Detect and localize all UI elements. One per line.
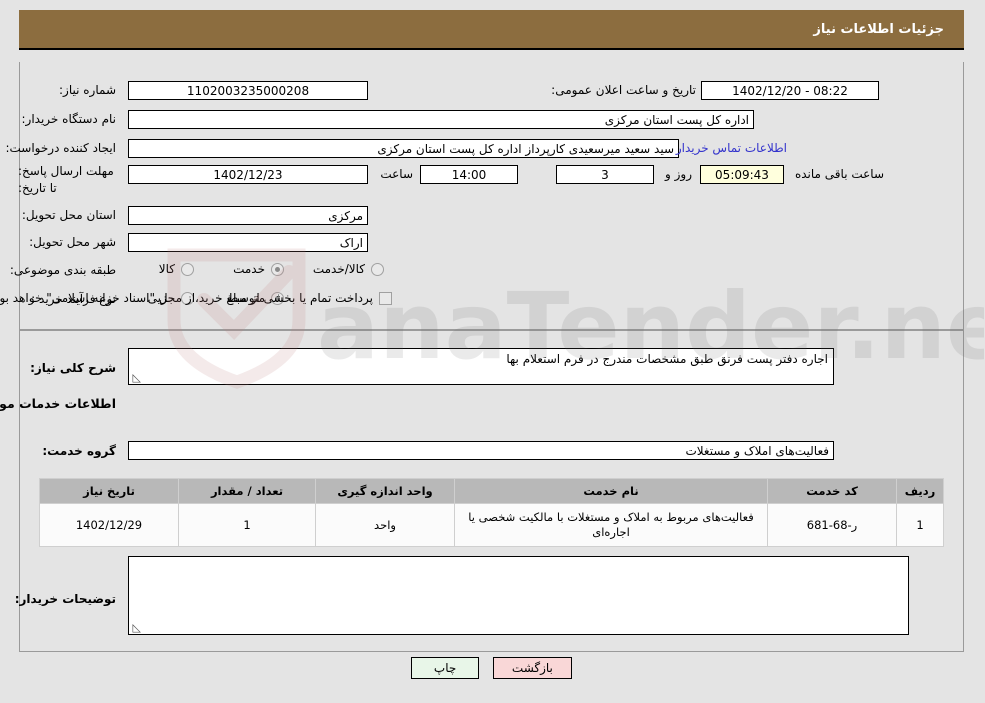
services-heading: اطلاعات خدمات مورد نیاز — [0, 396, 117, 411]
cell-date: 1402/12/29 — [40, 503, 180, 547]
need-summary-textarea[interactable]: اجاره دفتر پست فرنق طبق مشخصات مندرج در … — [129, 348, 835, 385]
services-table: ردیف کد خدمت نام خدمت واحد اندازه گیری ت… — [40, 478, 945, 547]
cell-unit: واحد — [316, 503, 456, 547]
panel-right-rule — [964, 62, 965, 329]
resize-grip-icon[interactable]: ◺ — [132, 372, 142, 383]
treasury-docs-checkbox-label: پرداخت تمام یا بخشی از مبلغ خرید،از محل … — [0, 291, 374, 305]
city-label-wrap: شهر محل تحویل: — [30, 235, 117, 249]
radio-kala-khedmat-icon[interactable] — [372, 262, 385, 276]
buyer-notes-label: توضیحات خریدار: — [15, 592, 117, 606]
creator-label-wrap: ایجاد کننده درخواست: — [6, 141, 117, 155]
buyer-org-value: اداره کل پست استان مرکزی — [129, 110, 755, 129]
deadline-time-label: ساعت — [381, 167, 414, 181]
service-group-label: گروه خدمت: — [43, 444, 117, 458]
city-value: اراک — [129, 233, 369, 252]
category-option-khedmat[interactable]: خدمت — [234, 262, 285, 276]
creator-value: سید سعید میرسعیدی کارپرداز اداره کل پست … — [129, 139, 680, 158]
page-title: جزئیات اطلاعات نیاز — [814, 21, 945, 37]
cell-code: ر-68-681 — [768, 503, 898, 547]
radio-kala-icon[interactable] — [182, 262, 195, 276]
col-name: نام خدمت — [455, 478, 769, 504]
treasury-docs-checkbox-icon[interactable] — [380, 291, 393, 305]
province-label-wrap: استان محل تحویل: — [23, 208, 117, 222]
deadline-timer-value: 05:09:43 — [701, 165, 785, 184]
deadline-label-wrap: مهلت ارسال پاسخ: تا تاریخ: — [19, 163, 117, 197]
province-value: مرکزی — [129, 206, 369, 225]
deadline-label: مهلت ارسال پاسخ: تا تاریخ: — [19, 164, 115, 195]
back-button[interactable]: بازگشت — [493, 657, 573, 679]
public-announce-value: 08:22 - 1402/12/20 — [702, 81, 880, 100]
buyer-org-label-wrap: نام دستگاه خریدار: — [23, 112, 118, 126]
category-option-khedmat-label: خدمت — [234, 262, 266, 276]
action-buttons: بازگشت چاپ — [0, 657, 985, 679]
deadline-date-value: 1402/12/23 — [129, 165, 369, 184]
col-code: کد خدمت — [768, 478, 898, 504]
deadline-timer-label: ساعت باقی مانده — [795, 167, 885, 181]
category-option-kala-label: کالا — [159, 262, 176, 276]
need-number-value: 1102003235000208 — [129, 81, 369, 100]
need-number-label-wrap: شماره نیاز: — [60, 83, 117, 97]
col-unit: واحد اندازه گیری — [316, 478, 456, 504]
cell-qty: 1 — [179, 503, 317, 547]
cell-name: فعالیت‌های مربوط به املاک و مستغلات با م… — [455, 503, 769, 547]
service-group-value: فعالیت‌های املاک و مستغلات — [129, 441, 835, 460]
print-button[interactable]: چاپ — [412, 657, 481, 679]
services-panel-right-rule — [964, 331, 965, 651]
category-label: طبقه بندی موضوعی: — [10, 263, 117, 277]
buyer-notes-textarea[interactable]: ◺ — [129, 556, 910, 635]
deadline-time-value: 14:00 — [421, 165, 519, 184]
resize-grip-icon[interactable]: ◺ — [132, 622, 142, 633]
buyer-contact-link[interactable]: اطلاعات تماس خریدار — [677, 141, 788, 155]
category-option-kala-khedmat[interactable]: کالا/خدمت — [314, 262, 385, 276]
table-row: 1 ر-68-681 فعالیت‌های مربوط به املاک و م… — [40, 503, 945, 547]
buyer-org-label: نام دستگاه خریدار: — [22, 112, 118, 126]
col-date: تاریخ نیاز — [40, 478, 180, 504]
creator-label: ایجاد کننده درخواست: — [6, 141, 117, 155]
category-option-kala[interactable]: کالا — [160, 262, 195, 276]
table-header-row: ردیف کد خدمت نام خدمت واحد اندازه گیری ت… — [40, 478, 945, 504]
public-announce-label-wrap: تاریخ و ساعت اعلان عمومی: — [552, 83, 697, 97]
need-summary-label: شرح کلی نیاز: — [31, 361, 117, 375]
treasury-docs-checkbox-wrap[interactable]: پرداخت تمام یا بخشی از مبلغ خرید،از محل … — [0, 291, 393, 305]
col-qty: تعداد / مقدار — [179, 478, 317, 504]
need-summary-value: اجاره دفتر پست فرنق طبق مشخصات مندرج در … — [507, 352, 829, 366]
deadline-days-value: 3 — [557, 165, 655, 184]
city-label: شهر محل تحویل: — [30, 235, 117, 249]
deadline-days-label: روز و — [666, 167, 693, 181]
need-number-label: شماره نیاز: — [60, 83, 117, 97]
col-radif: ردیف — [897, 478, 945, 504]
category-label-wrap: طبقه بندی موضوعی: — [11, 263, 117, 277]
province-label: استان محل تحویل: — [22, 208, 117, 222]
radio-khedmat-icon[interactable] — [272, 262, 285, 276]
page-header: جزئیات اطلاعات نیاز — [20, 10, 965, 50]
need-info-panel — [20, 62, 965, 330]
public-announce-label: تاریخ و ساعت اعلان عمومی: — [552, 83, 697, 97]
cell-radif: 1 — [897, 503, 945, 547]
category-option-kala-khedmat-label: کالا/خدمت — [313, 262, 366, 276]
